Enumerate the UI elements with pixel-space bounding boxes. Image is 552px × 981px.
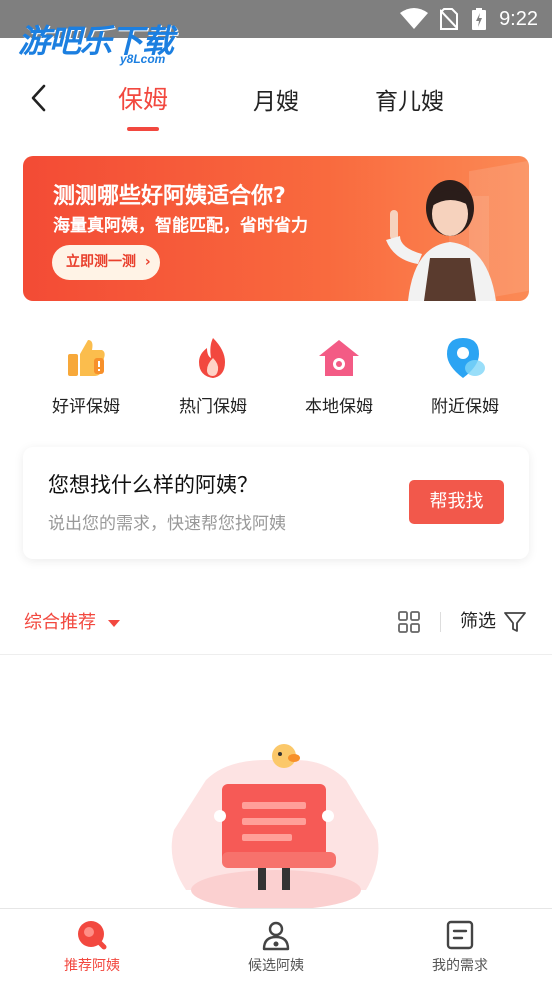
search-bubble-icon	[78, 921, 107, 950]
wifi-icon	[400, 8, 428, 29]
document-icon	[446, 920, 474, 950]
quick-link-local[interactable]: 本地保姆	[284, 336, 394, 417]
request-card: 您想找什么样的阿姨？ 说出您的需求，快速帮您找阿姨 帮我找	[23, 447, 529, 559]
person-icon	[262, 921, 290, 951]
divider	[440, 612, 441, 632]
housekeeper-illustration	[386, 180, 496, 301]
no-sim-icon	[440, 8, 458, 30]
quick-link-nearby[interactable]: 附近保姆	[410, 336, 520, 417]
banner-cta-label: 立即测一测	[66, 254, 136, 270]
tab-maternity-matron[interactable]: 月嫂	[253, 82, 299, 116]
nav-candidates[interactable]: 候选阿姨	[216, 919, 336, 975]
sort-dropdown[interactable]: 综合推荐	[24, 608, 120, 634]
nav-label: 候选阿姨	[248, 958, 304, 974]
filter-bar: 综合推荐 筛选	[0, 600, 552, 655]
nav-my-needs[interactable]: 我的需求	[400, 919, 520, 975]
help-me-find-button[interactable]: 帮我找	[409, 480, 504, 524]
promo-banner[interactable]: 测测哪些好阿姨适合你? 海量真阿姨，智能匹配，省时省力 立即测一测 ›	[23, 156, 529, 301]
caret-down-icon	[108, 619, 120, 627]
nav-recommended[interactable]: 推荐阿姨	[32, 919, 152, 975]
filter-funnel-icon[interactable]	[503, 610, 527, 634]
banner-title: 测测哪些好阿姨适合你?	[53, 184, 286, 209]
quick-link-label: 附近保姆	[431, 397, 499, 417]
nav-label: 我的需求	[432, 958, 488, 974]
nav-label: 推荐阿姨	[64, 958, 120, 974]
filter-button[interactable]: 筛选	[460, 607, 496, 633]
tab-childcare-nanny[interactable]: 育儿嫂	[375, 82, 444, 116]
battery-charging-icon	[472, 8, 486, 30]
banner-cta-button[interactable]: 立即测一测 ›	[52, 245, 160, 280]
quick-link-label: 热门保姆	[179, 397, 247, 417]
flame-icon	[199, 338, 225, 378]
tab-nanny[interactable]: 保姆	[118, 80, 168, 116]
banner-subtitle: 海量真阿姨，智能匹配，省时省力	[53, 216, 308, 236]
quick-links: 好评保姆 热门保姆 本地保姆 附近保姆	[0, 336, 552, 417]
house-icon	[319, 340, 359, 376]
top-navigation: 保姆 月嫂 育儿嫂	[0, 38, 552, 138]
status-time: 9:22	[499, 8, 538, 30]
quick-link-label: 本地保姆	[305, 397, 373, 417]
active-tab-indicator	[127, 127, 159, 131]
quick-link-popular[interactable]: 热门保姆	[158, 336, 268, 417]
bottom-navigation: 推荐阿姨 候选阿姨 我的需求	[0, 908, 552, 981]
chevron-right-icon: ›	[144, 254, 151, 270]
grid-view-icon[interactable]	[397, 610, 421, 634]
quick-link-label: 好评保姆	[52, 397, 120, 417]
quick-link-top-rated[interactable]: 好评保姆	[31, 336, 141, 417]
request-description: 说出您的需求，快速帮您找阿姨	[48, 514, 286, 534]
back-arrow-icon[interactable]	[28, 82, 50, 114]
location-pin-icon	[447, 338, 485, 378]
empty-state-illustration	[171, 744, 379, 910]
request-question: 您想找什么样的阿姨？	[48, 473, 258, 497]
sort-label: 综合推荐	[24, 612, 96, 633]
thumbs-up-icon	[68, 340, 105, 376]
